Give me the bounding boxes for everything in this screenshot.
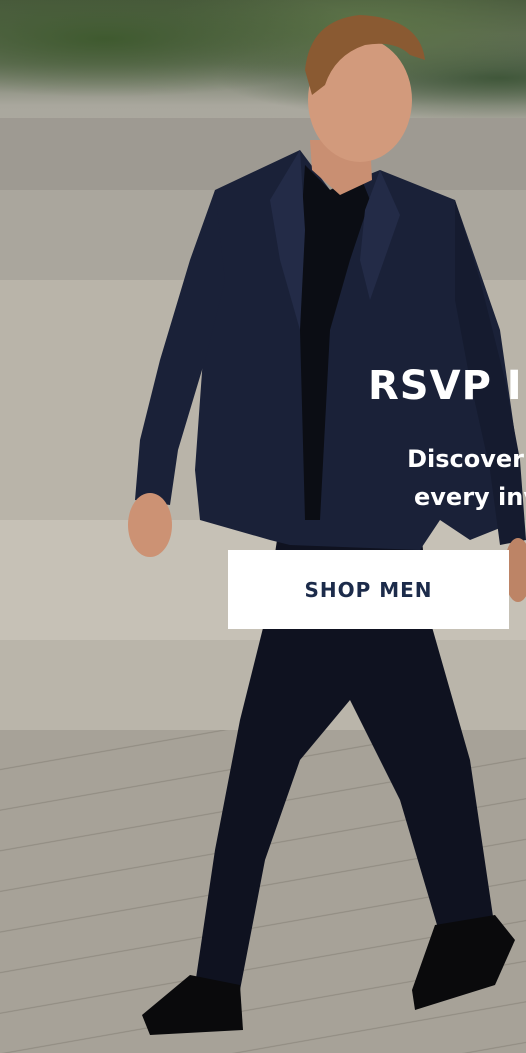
shop-men-button[interactable]: SHOP MEN: [228, 550, 509, 629]
hero-subtext-line-2: every invite wo: [414, 483, 526, 511]
hero-headline: RSVP I: [368, 363, 523, 409]
hero-subtext-line-1: Discover dress s: [407, 445, 526, 473]
hero-banner: RSVP I Discover dress s every invite wo …: [0, 0, 526, 1053]
hero-subtext: Discover dress s every invite wo: [288, 440, 526, 516]
hero-photo-man-in-suit: [128, 15, 526, 1035]
